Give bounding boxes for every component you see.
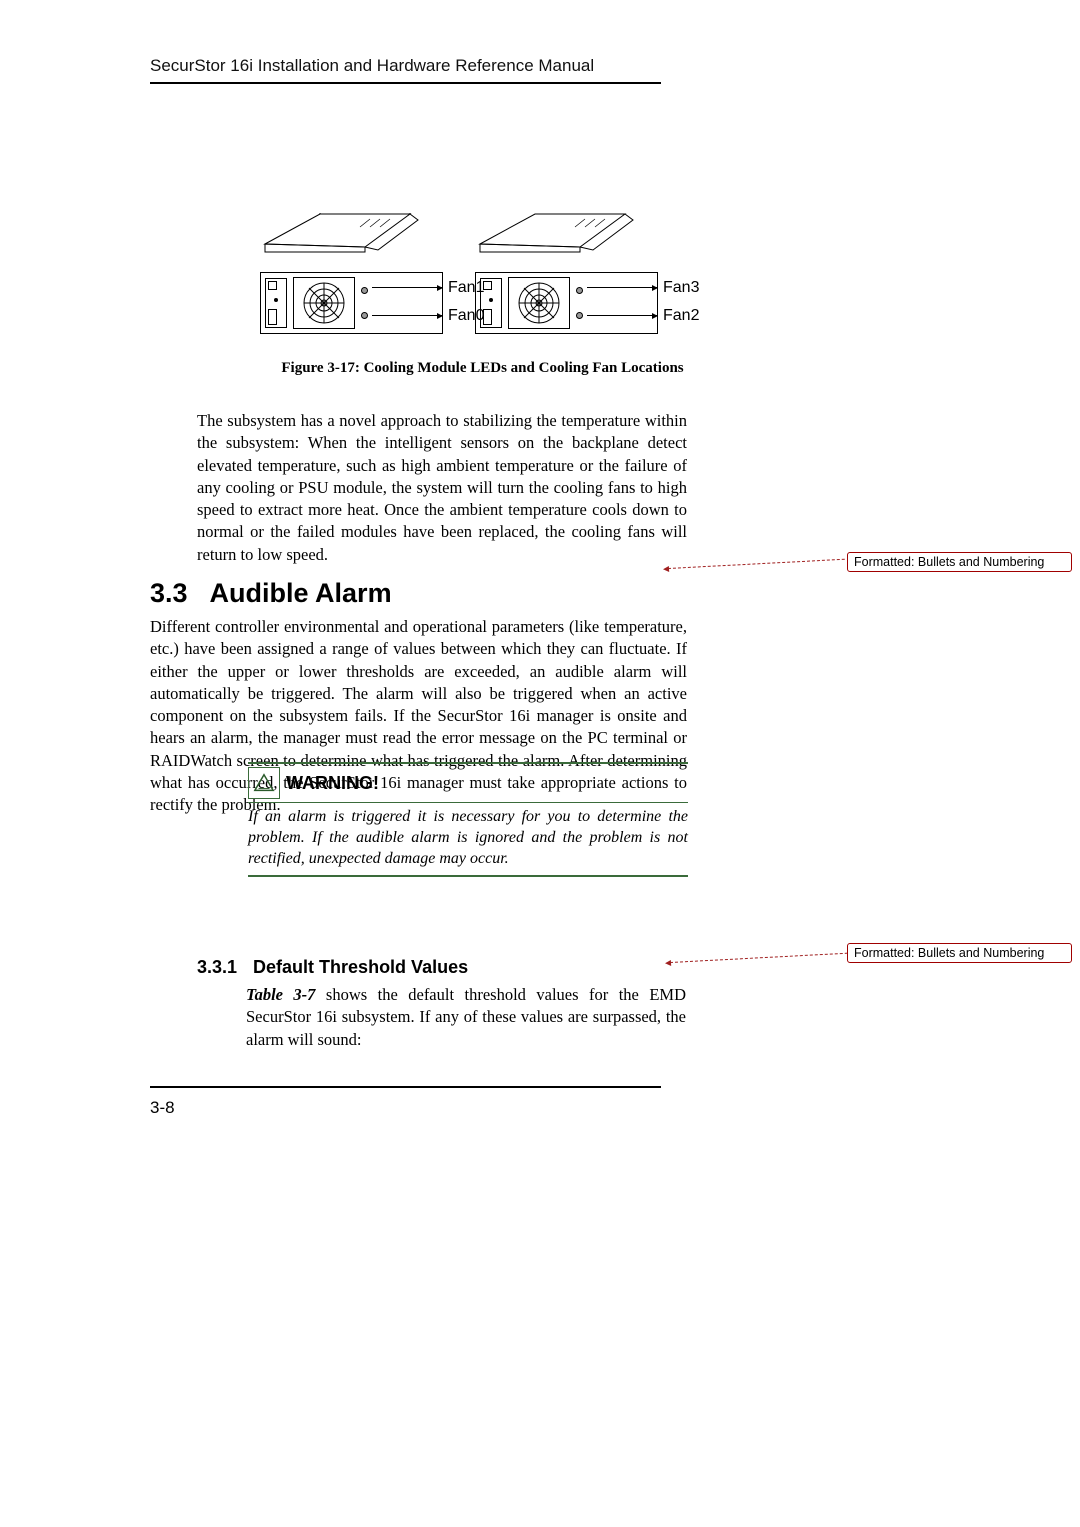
warning-box: WARNING! If an alarm is triggered it is … bbox=[248, 762, 688, 877]
table-reference: Table 3-7 bbox=[246, 985, 315, 1004]
fan-label: Fan3 bbox=[663, 279, 699, 297]
fan-chassis-sketch bbox=[260, 212, 455, 254]
warning-title: WARNING! bbox=[286, 773, 379, 794]
section-heading-3-3: 3.3 Audible Alarm bbox=[150, 578, 392, 609]
fan-module-right: Fan3 Fan2 bbox=[475, 212, 670, 334]
subsection-heading-3-3-1: 3.3.1 Default Threshold Values bbox=[197, 957, 468, 978]
section-number: 3.3 bbox=[150, 578, 188, 609]
fan-grille-icon bbox=[508, 277, 570, 329]
subsection-3-3-1-body: Table 3-7 shows the default threshold va… bbox=[246, 984, 686, 1051]
subsection-number: 3.3.1 bbox=[197, 957, 237, 978]
body-paragraph: The subsystem has a novel approach to st… bbox=[197, 410, 687, 566]
fan-connector-icon bbox=[265, 278, 287, 328]
figure-cooling-modules: Fan1 Fan0 bbox=[260, 212, 670, 334]
fan-label: Fan2 bbox=[663, 307, 699, 325]
header-rule bbox=[150, 82, 661, 84]
revision-leader-line bbox=[668, 559, 845, 569]
revision-leader-line bbox=[670, 953, 848, 963]
document-page: SecurStor 16i Installation and Hardware … bbox=[0, 0, 1080, 1527]
fan-grille-icon bbox=[293, 277, 355, 329]
fan-box-right: Fan3 Fan2 bbox=[475, 272, 658, 334]
fan-chassis-sketch bbox=[475, 212, 670, 254]
revision-callout: Formatted: Bullets and Numbering bbox=[847, 943, 1072, 963]
subsection-title: Default Threshold Values bbox=[253, 957, 468, 978]
revision-callout: Formatted: Bullets and Numbering bbox=[847, 552, 1072, 572]
page-number: 3-8 bbox=[150, 1098, 175, 1118]
running-header: SecurStor 16i Installation and Hardware … bbox=[150, 56, 594, 76]
fan-led-indicators bbox=[361, 287, 368, 319]
figure-caption: Figure 3-17: Cooling Module LEDs and Coo… bbox=[150, 360, 815, 377]
section-title: Audible Alarm bbox=[210, 578, 392, 609]
fan-box-left: Fan1 Fan0 bbox=[260, 272, 443, 334]
fan-connector-icon bbox=[480, 278, 502, 328]
warning-header: WARNING! bbox=[248, 762, 688, 803]
footer-rule bbox=[150, 1086, 661, 1088]
warning-triangle-icon bbox=[248, 767, 280, 799]
fan-led-indicators bbox=[576, 287, 583, 319]
fan-module-left: Fan1 Fan0 bbox=[260, 212, 455, 334]
warning-text: If an alarm is triggered it is necessary… bbox=[248, 803, 688, 877]
